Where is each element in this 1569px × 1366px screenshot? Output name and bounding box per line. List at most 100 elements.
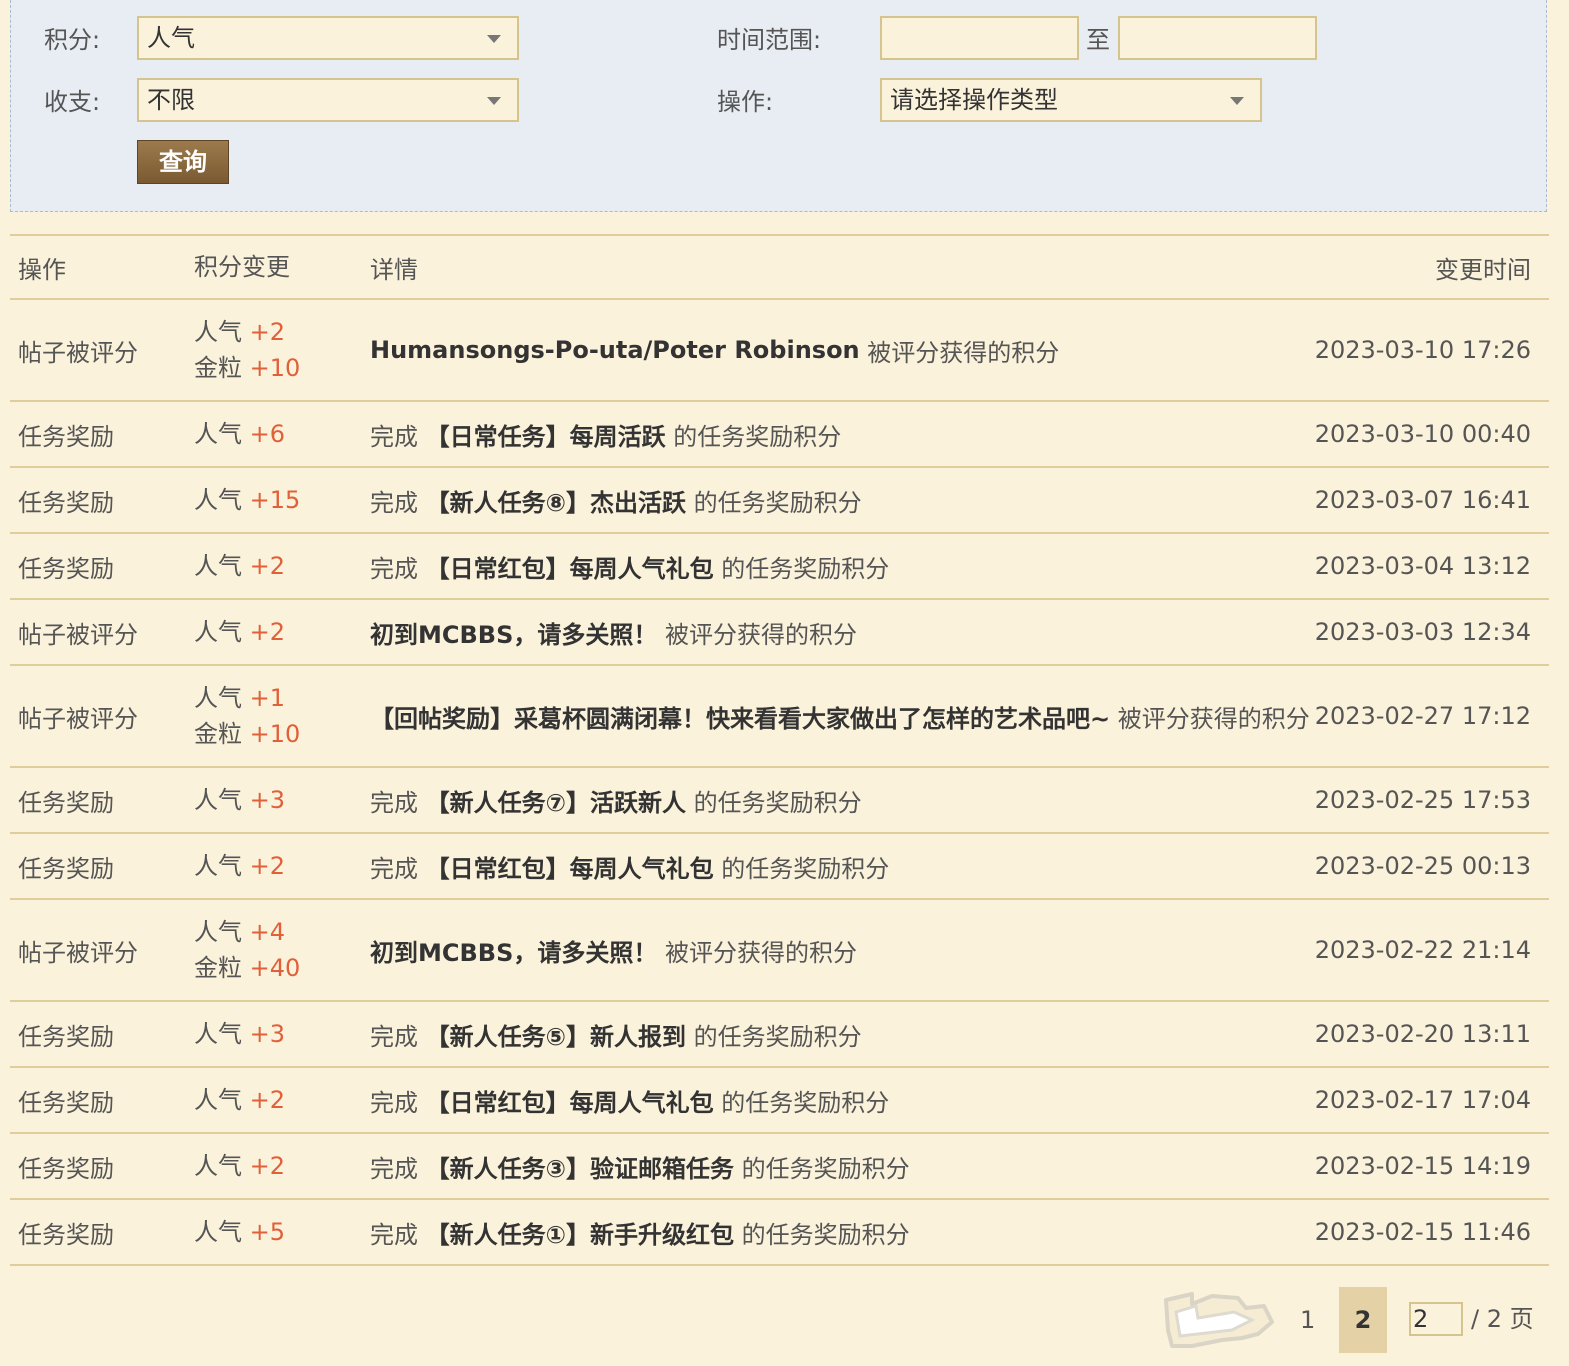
row-operation: 任务奖励 [18,554,114,583]
change-line: 人气 +6 [194,416,285,452]
detail-suffix: 的任务奖励积分 [733,1154,910,1183]
detail-link[interactable]: 初到MCBBS，请多关照！ [370,933,657,968]
detail-suffix: 的任务奖励积分 [685,1022,862,1051]
change-value: +2 [249,852,286,880]
page-jump-input[interactable] [1409,1302,1463,1336]
change-type: 人气 [194,786,242,814]
detail-link[interactable]: Humansongs-Po-uta/Poter Robinson [370,336,860,364]
table-row: 帖子被评分 人气 +2 初到MCBBS，请多关照！ 被评分获得的积分 2023-03-… [10,600,1549,666]
chevron-down-icon [487,97,501,105]
row-change: 人气 +1 金粒 +10 [194,666,300,766]
time-from-input[interactable] [880,16,1079,60]
change-line: 金粒 +40 [194,950,300,986]
detail-link[interactable]: 【日常红包】每周人气礼包 [426,849,714,884]
detail-link[interactable]: 【日常红包】每周人气礼包 [426,549,714,584]
row-detail: 完成 【新人任务⑤】新人报到 的任务奖励积分 [370,1002,862,1066]
row-change: 人气 +2 金粒 +10 [194,300,300,400]
change-line: 金粒 +10 [194,350,300,386]
table-row: 任务奖励 人气 +3 完成 【新人任务⑤】新人报到 的任务奖励积分 2023-02-2… [10,1002,1549,1068]
query-button[interactable]: 查询 [137,140,229,184]
change-value: +2 [249,318,286,346]
change-type: 人气 [194,618,242,646]
detail-link[interactable]: 【日常红包】每周人气礼包 [426,1083,714,1118]
change-line: 人气 +5 [194,1214,285,1250]
table-row: 帖子被评分 人气 +4 金粒 +40 初到MCBBS，请多关照！ 被评分获得的积分 20… [10,900,1549,1002]
change-value: +3 [249,1020,286,1048]
row-time: 2023-02-25 00:13 [1314,852,1531,880]
row-detail: 【回帖奖励】采葛杯圆满闭幕！快来看看大家做出了怎样的艺术品吧~ 被评分获得的积分 [370,666,1310,766]
change-type: 人气 [194,852,242,880]
change-value: +5 [249,1218,286,1246]
back-arrow-icon[interactable] [1162,1290,1274,1352]
table-row: 任务奖励 人气 +2 完成 【日常红包】每周人气礼包 的任务奖励积分 2023-02-… [10,1068,1549,1134]
row-operation: 任务奖励 [18,488,114,517]
detail-link[interactable]: 【新人任务①】新手升级红包 [426,1215,734,1250]
change-type: 人气 [194,552,242,580]
change-value: +1 [249,684,286,712]
detail-prefix: 完成 [370,488,426,517]
row-detail: 完成 【日常任务】每周活跃 的任务奖励积分 [370,402,841,466]
detail-suffix: 的任务奖励积分 [685,488,862,517]
row-operation: 帖子被评分 [18,938,138,967]
change-type: 金粒 [194,354,242,382]
row-detail: 完成 【日常红包】每周人气礼包 的任务奖励积分 [370,1068,889,1132]
change-line: 人气 +2 [194,1082,285,1118]
row-time: 2023-02-20 13:11 [1314,1020,1531,1048]
table-row: 任务奖励 人气 +2 完成 【日常红包】每周人气礼包 的任务奖励积分 2023-03-… [10,534,1549,600]
row-time: 2023-03-10 17:26 [1314,336,1531,364]
change-type: 人气 [194,1218,242,1246]
detail-prefix: 完成 [370,1220,426,1249]
row-change: 人气 +2 [194,1134,285,1198]
row-operation: 任务奖励 [18,1088,114,1117]
row-time: 2023-03-04 13:12 [1314,552,1531,580]
detail-suffix: 的任务奖励积分 [713,554,890,583]
detail-link[interactable]: 初到MCBBS，请多关照！ [370,615,657,650]
change-line: 人气 +2 [194,614,285,650]
page-total: / 2 页 [1471,1305,1534,1333]
table-row: 任务奖励 人气 +6 完成 【日常任务】每周活跃 的任务奖励积分 2023-03-10… [10,402,1549,468]
row-detail: 完成 【日常红包】每周人气礼包 的任务奖励积分 [370,534,889,598]
row-change: 人气 +3 [194,768,285,832]
row-operation: 任务奖励 [18,788,114,817]
score-select[interactable]: 人气 [137,16,519,60]
row-operation: 帖子被评分 [18,338,138,367]
change-line: 人气 +15 [194,482,300,518]
change-line: 人气 +2 [194,848,285,884]
detail-link[interactable]: 【新人任务③】验证邮箱任务 [426,1149,734,1184]
detail-prefix: 完成 [370,1022,426,1051]
row-time: 2023-03-07 16:41 [1314,486,1531,514]
time-to-input[interactable] [1118,16,1317,60]
detail-link[interactable]: 【新人任务⑤】新人报到 [426,1017,686,1052]
detail-link[interactable]: 【新人任务⑧】杰出活跃 [426,483,686,518]
row-operation: 帖子被评分 [18,704,138,733]
row-change: 人气 +6 [194,402,285,466]
row-operation: 任务奖励 [18,1022,114,1051]
flow-select[interactable]: 不限 [137,78,519,122]
row-operation: 任务奖励 [18,1154,114,1183]
detail-link[interactable]: 【新人任务⑦】活跃新人 [426,783,686,818]
row-time: 2023-02-27 17:12 [1314,702,1531,730]
change-value: +2 [249,1086,286,1114]
detail-link[interactable]: 【回帖奖励】采葛杯圆满闭幕！快来看看大家做出了怎样的艺术品吧~ [370,699,1110,734]
row-time: 2023-02-25 17:53 [1314,786,1531,814]
operation-select[interactable]: 请选择操作类型 [880,78,1262,122]
change-value: +15 [249,486,301,514]
change-type: 人气 [194,918,242,946]
change-value: +2 [249,552,286,580]
time-range-label: 时间范围: [717,26,822,54]
header-operation: 操作 [18,255,66,284]
score-label: 积分: [44,26,101,54]
time-range-separator: 至 [1086,26,1110,54]
change-type: 人气 [194,684,242,712]
change-value: +10 [249,720,301,748]
detail-link[interactable]: 【日常任务】每周活跃 [426,417,666,452]
detail-prefix: 完成 [370,788,426,817]
row-detail: 初到MCBBS，请多关照！ 被评分获得的积分 [370,900,857,1000]
row-detail: 完成 【日常红包】每周人气礼包 的任务奖励积分 [370,834,889,898]
detail-suffix: 的任务奖励积分 [713,854,890,883]
row-detail: 完成 【新人任务⑦】活跃新人 的任务奖励积分 [370,768,862,832]
detail-prefix: 完成 [370,854,426,883]
chevron-down-icon [487,35,501,43]
table-row: 任务奖励 人气 +2 完成 【日常红包】每周人气礼包 的任务奖励积分 2023-02-… [10,834,1549,900]
page-link-1[interactable]: 1 [1300,1288,1315,1352]
